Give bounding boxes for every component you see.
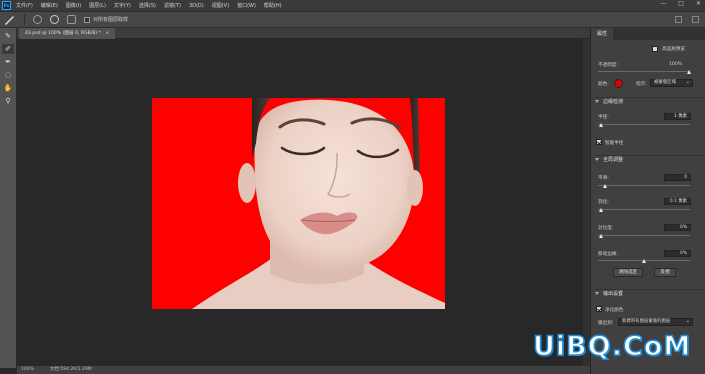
clear-selection-button[interactable]: 清除选区 [613,268,643,277]
indicates-label: 指示: [636,82,647,87]
feather-slider[interactable] [598,209,690,210]
decontaminate-colors-label: 净化颜色 [605,308,624,313]
hand-icon[interactable]: ✋ [2,83,14,93]
feather-field[interactable]: 0.1 像素 [664,198,691,205]
opacity-label: 不透明度: [598,63,618,68]
quick-selection-icon[interactable]: ✎ [2,31,14,41]
site-watermark: UiBQ.CoM [532,330,692,363]
close-button[interactable]: ✕ [696,0,701,7]
properties-panel: 属性 高品质预览 不透明度: 100% 颜色: 指示: 被蒙版区域 边缘检测 半… [590,28,705,374]
radius-field[interactable]: 1 像素 [664,113,691,120]
radius-slider-handle[interactable] [599,123,603,127]
doc-size: 文档:594.2K/1.29M [49,367,92,372]
edge-detection-header[interactable]: 边缘检测 [595,97,703,106]
smooth-label: 平滑: [598,176,609,181]
brush-add-icon[interactable] [33,15,42,24]
zoom-icon[interactable]: ⚲ [2,96,14,106]
radius-label: 半径: [598,115,609,120]
contrast-label: 对比度: [598,226,614,231]
smart-radius-checkbox[interactable] [596,139,602,145]
tab-properties[interactable]: 属性 [591,28,614,40]
menu-file[interactable]: 文件(F) [16,2,33,9]
tab-close-icon[interactable]: × [105,31,109,36]
chevron-down-icon [595,292,599,295]
minimize-button[interactable]: — [660,0,666,7]
radius-slider[interactable] [598,124,690,125]
color-label: 颜色: [598,82,609,87]
document-tab-bar: 43.psd @ 100% (图层 0, RGB/8) * × [17,28,590,39]
menu-bar: Ps 文件(F) 编辑(E) 图像(I) 图层(L) 文字(Y) 选择(S) 滤… [0,0,705,11]
edge-detection-title: 边缘检测 [603,99,624,105]
menu-window[interactable]: 窗口(W) [237,2,256,9]
status-bar: 100% 文档:594.2K/1.29M [17,366,590,374]
chevron-down-icon [595,158,599,161]
output-to-dropdown[interactable]: 新建带有图层蒙版的图层 [618,318,693,326]
separator [24,14,25,25]
indicates-dropdown[interactable]: 被蒙版区域 [650,79,693,87]
document-tab[interactable]: 43.psd @ 100% (图层 0, RGB/8) * × [19,28,116,39]
high-quality-preview-label: 高品质预览 [662,47,685,52]
menu-view[interactable]: 视图(V) [212,2,229,9]
menu-select[interactable]: 选择(S) [139,2,156,9]
workspace-icon[interactable] [692,16,699,23]
menu-type[interactable]: 文字(Y) [114,2,131,9]
output-settings-title: 输出设置 [603,291,624,297]
global-refinements-title: 全局调整 [603,157,624,163]
tool-panel: ✎ ✐ ✒ ◌ ✋ ⚲ [0,28,17,368]
sample-all-layers-checkbox[interactable] [84,16,90,23]
photoshop-logo: Ps [2,1,11,10]
vertical-scrollbar[interactable] [583,39,590,366]
menu-layer[interactable]: 图层(L) [89,2,106,9]
brush-icon[interactable]: ✒ [2,57,14,67]
menu-help[interactable]: 帮助(H) [264,2,282,9]
menu-image[interactable]: 图像(I) [66,2,81,9]
opacity-slider[interactable] [598,71,690,72]
menu-filter[interactable]: 滤镜(T) [164,2,181,9]
shift-edge-slider-handle[interactable] [642,259,646,263]
photoshop-window: Ps 文件(F) 编辑(E) 图像(I) 图层(L) 文字(Y) 选择(S) 滤… [0,0,705,374]
options-right-icons [675,16,699,23]
zoom-level[interactable]: 100% [21,366,34,374]
image-canvas[interactable] [152,98,445,309]
brush-size-icon[interactable] [67,15,76,24]
search-icon[interactable] [675,16,682,23]
shift-edge-label: 移动边缘: [598,252,618,257]
menu-3d[interactable]: 3D(D) [189,3,204,9]
feather-slider-handle[interactable] [599,208,603,212]
contrast-slider[interactable] [598,235,690,236]
options-bar: 对所有图层取样 [0,11,705,28]
refine-edge-brush-icon[interactable]: ✐ [2,44,14,54]
chevron-down-icon [595,100,599,103]
menu-edit[interactable]: 编辑(E) [41,2,58,9]
document-tab-title: 43.psd @ 100% (图层 0, RGB/8) * [25,31,101,36]
brush-subtract-icon[interactable] [50,15,59,24]
smart-radius-label: 智能半径 [605,141,624,146]
lasso-icon[interactable]: ◌ [2,70,14,80]
brush-tool-icon[interactable] [4,15,16,25]
sample-all-layers-label: 对所有图层取样 [93,17,129,23]
window-controls: — □ ✕ [660,0,701,7]
output-to-label: 输出到: [598,321,614,326]
smooth-slider-handle[interactable] [603,184,607,188]
contrast-field[interactable]: 0% [664,224,691,231]
invert-button[interactable]: 反相 [654,268,676,277]
output-settings-header[interactable]: 输出设置 [595,289,703,298]
opacity-slider-handle[interactable] [687,70,691,74]
high-quality-preview-checkbox[interactable] [652,46,658,52]
portrait-image [192,98,445,309]
panel-tabs: 属性 [591,28,705,40]
overlay-color-swatch[interactable] [614,79,623,88]
decontaminate-colors-checkbox[interactable] [596,306,602,312]
shift-edge-field[interactable]: 0% [664,250,691,257]
contrast-slider-handle[interactable] [599,234,603,238]
maximize-button[interactable]: □ [678,0,684,7]
global-refinements-header[interactable]: 全局调整 [595,155,703,164]
opacity-value[interactable]: 100% [669,62,682,67]
feather-label: 羽化: [598,200,609,205]
smooth-field[interactable]: 0 [664,174,691,181]
smooth-slider[interactable] [598,185,690,186]
